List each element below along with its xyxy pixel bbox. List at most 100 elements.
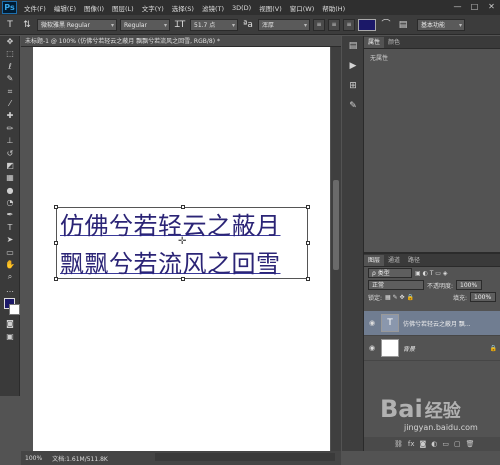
history-brush-tool-icon[interactable]: ↺ (0, 148, 20, 160)
menu-image[interactable]: 图像(I) (80, 3, 108, 13)
opacity-field[interactable]: 100% (456, 280, 483, 290)
layer-item-text[interactable]: ◉ T 仿佛兮若轻云之蔽月 飘... (364, 311, 500, 336)
transform-handle[interactable] (54, 241, 58, 245)
brush-panel-icon[interactable]: ✎ (342, 96, 364, 116)
eraser-tool-icon[interactable]: ◩ (0, 160, 20, 172)
transform-handle[interactable] (54, 277, 58, 281)
properties-panel: 属性 颜色 无属性 (364, 36, 500, 250)
text-line-2[interactable]: 飘飘兮若流风之回雪 (60, 244, 305, 279)
layer-name[interactable]: 仿佛兮若轻云之蔽月 飘... (403, 319, 471, 328)
healing-tool-icon[interactable]: ✚ (0, 110, 20, 122)
transform-handle[interactable] (306, 205, 310, 209)
document-info[interactable]: 文档:1.61M/511.8K (52, 454, 108, 463)
move-tool-icon[interactable]: ✥ (0, 36, 20, 48)
tab-properties[interactable]: 属性 (364, 37, 385, 48)
zoom-level[interactable]: 100% (25, 455, 42, 462)
quick-mask-icon[interactable]: ◙ (0, 318, 20, 330)
collapsed-panel-icons: ▤ ▶ ⊞ ✎ (342, 36, 364, 451)
zoom-tool-icon[interactable]: ⌕ (0, 271, 20, 283)
blur-tool-icon[interactable]: ● (0, 185, 20, 197)
pen-tool-icon[interactable]: ✒ (0, 209, 20, 221)
history-panel-icon[interactable]: ▤ (342, 36, 364, 56)
filter-icons[interactable]: ▣ ◐ T ▭ ◈ (415, 270, 447, 277)
font-size-select[interactable]: 51.7 点 (190, 18, 238, 31)
more-tools-icon[interactable]: … (0, 284, 20, 296)
tab-layers[interactable]: 图层 (364, 255, 385, 266)
font-style-select[interactable]: Regular (120, 18, 170, 31)
lasso-tool-icon[interactable]: ℓ (0, 61, 20, 73)
tab-channels[interactable]: 通道 (384, 255, 404, 266)
font-family-select[interactable]: 微软雅黑 Regular (37, 18, 117, 31)
transform-handle[interactable] (54, 205, 58, 209)
workspace-select[interactable]: 基本功能 (417, 18, 465, 31)
shape-tool-icon[interactable]: ▭ (0, 247, 20, 259)
quick-select-tool-icon[interactable]: ✎ (0, 73, 20, 85)
menu-edit[interactable]: 编辑(E) (50, 3, 80, 13)
background-color-swatch[interactable] (9, 304, 20, 316)
antialias-select[interactable]: 浑厚 (258, 18, 310, 31)
align-center-button[interactable]: ≡ (328, 18, 340, 31)
watermark-brand-text: 经验 (424, 401, 461, 422)
align-left-button[interactable]: ≡ (313, 18, 325, 31)
brush-tool-icon[interactable]: ✏ (0, 123, 20, 135)
layer-item-background[interactable]: ◉ 背景 🔒 (364, 336, 500, 361)
type-tool-icon[interactable]: T (0, 222, 20, 234)
screen-mode-icon[interactable]: ▣ (0, 331, 20, 343)
text-color-swatch[interactable] (358, 18, 376, 31)
visibility-eye-icon[interactable]: ◉ (367, 319, 377, 327)
menu-select[interactable]: 选择(S) (168, 3, 198, 13)
horizontal-scrollbar[interactable] (155, 453, 335, 461)
menu-help[interactable]: 帮助(H) (318, 3, 349, 13)
path-select-tool-icon[interactable]: ➤ (0, 234, 20, 246)
tab-color[interactable]: 颜色 (384, 37, 404, 48)
crop-tool-icon[interactable]: ⌗ (0, 86, 20, 98)
blend-mode-select[interactable]: 正常 (368, 280, 424, 290)
watermark-logo-text: Bai (380, 395, 423, 423)
adjustments-panel-icon[interactable]: ⊞ (342, 76, 364, 96)
lock-icons[interactable]: ▦ ✎ ✥ 🔒 (385, 294, 414, 301)
vertical-scroll-thumb[interactable] (333, 180, 339, 270)
no-properties-text: 无属性 (370, 55, 389, 62)
eyedropper-tool-icon[interactable]: ⁄ (0, 98, 20, 110)
menu-3d[interactable]: 3D(D) (228, 4, 255, 12)
menu-layer[interactable]: 图层(L) (108, 3, 138, 13)
tools-panel: ✥ ⬚ ℓ ✎ ⌗ ⁄ ✚ ✏ ⊥ ↺ ◩ ▦ ● ◔ ✒ T ➤ ▭ ✋ ⌕ … (0, 36, 20, 396)
menu-type[interactable]: 文字(Y) (138, 3, 168, 13)
photoshop-logo: Ps (2, 1, 17, 14)
menu-filter[interactable]: 滤镜(T) (198, 3, 228, 13)
color-swatches[interactable] (0, 296, 20, 318)
gradient-tool-icon[interactable]: ▦ (0, 172, 20, 184)
hand-tool-icon[interactable]: ✋ (0, 259, 20, 271)
menu-file[interactable]: 文件(F) (20, 3, 50, 13)
lock-icon: 🔒 (489, 344, 497, 352)
actions-panel-icon[interactable]: ▶ (342, 56, 364, 76)
opacity-label: 不透明度: (427, 282, 454, 290)
warp-text-icon[interactable]: ⌒ (379, 18, 393, 32)
document-tab[interactable]: 未标题-1 @ 100% (仿佛兮若轻云之蔽月 飘飘兮若流风之回雪, RGB/8… (21, 36, 341, 47)
stamp-tool-icon[interactable]: ⊥ (0, 135, 20, 147)
background-layer-thumbnail (381, 339, 399, 357)
menu-view[interactable]: 视图(V) (255, 3, 286, 13)
tab-paths[interactable]: 路径 (404, 255, 424, 266)
layer-filter-row: ρ 类型 ▣ ◐ T ▭ ◈ (364, 267, 500, 279)
maximize-icon[interactable]: □ (468, 1, 481, 13)
transform-handle[interactable] (306, 241, 310, 245)
layer-filter-select[interactable]: ρ 类型 (368, 268, 412, 278)
menu-bar: Ps 文件(F) 编辑(E) 图像(I) 图层(L) 文字(Y) 选择(S) 滤… (0, 0, 500, 15)
transform-handle[interactable] (306, 277, 310, 281)
align-right-button[interactable]: ≡ (343, 18, 355, 31)
orientation-toggle-icon[interactable]: ⇅ (20, 18, 34, 32)
minimize-icon[interactable]: — (451, 1, 464, 13)
character-panel-icon[interactable]: ▤ (396, 18, 410, 32)
fill-label: 填充: (452, 294, 467, 302)
fill-field[interactable]: 100% (470, 292, 496, 302)
layers-tabs: 图层 通道 路径 (364, 254, 500, 267)
menu-window[interactable]: 窗口(W) (286, 3, 319, 13)
marquee-tool-icon[interactable]: ⬚ (0, 48, 20, 60)
visibility-eye-icon[interactable]: ◉ (367, 344, 377, 352)
close-icon[interactable]: ✕ (485, 1, 498, 13)
type-tool-icon[interactable]: T (3, 18, 17, 32)
layer-name[interactable]: 背景 (403, 344, 415, 353)
dodge-tool-icon[interactable]: ◔ (0, 197, 20, 209)
text-layer-thumbnail-icon: T (381, 314, 399, 332)
